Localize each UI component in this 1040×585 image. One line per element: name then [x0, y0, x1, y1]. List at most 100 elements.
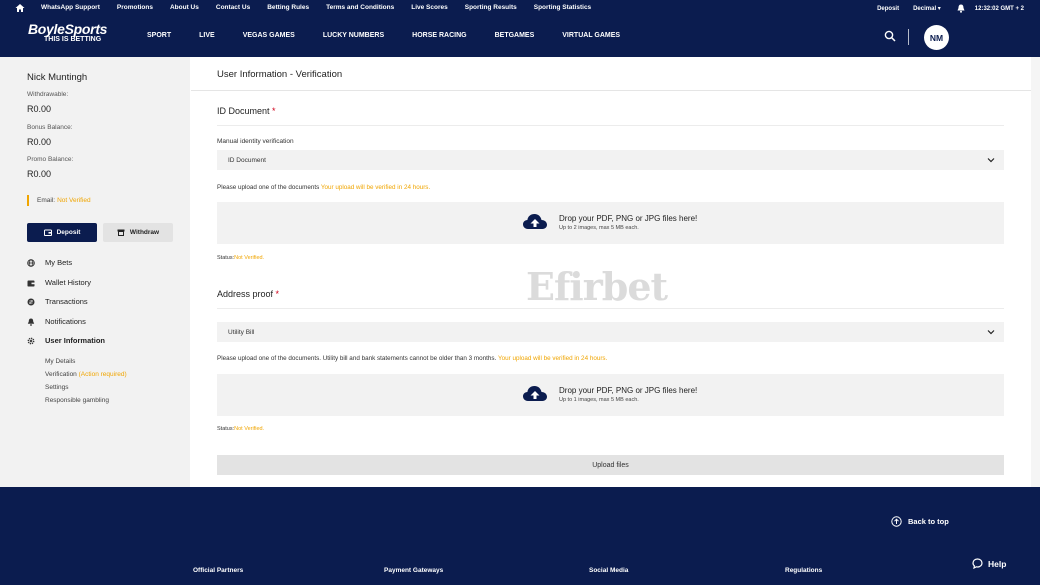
help-button[interactable]: Help: [972, 558, 1006, 569]
upload-files-button[interactable]: Upload files: [217, 455, 1004, 475]
bell-icon: [27, 318, 35, 326]
deposit-button-label: Deposit: [56, 229, 81, 236]
submenu-settings[interactable]: Settings: [45, 384, 69, 391]
address-status: Status:Not Verified.: [217, 426, 264, 432]
top-link-contact[interactable]: Contact Us: [216, 4, 250, 11]
clock-time: 12:32:02 GMT + 2: [974, 5, 1024, 12]
id-status-label: Status:: [217, 255, 235, 261]
nav-items: SPORT LIVE VEGAS GAMES LUCKY NUMBERS HOR…: [147, 32, 648, 39]
chevron-down-icon: ▾: [937, 6, 941, 12]
id-document-dropzone[interactable]: Drop your PDF, PNG or JPG files here! Up…: [217, 202, 1004, 244]
top-link-promotions[interactable]: Promotions: [117, 4, 153, 11]
bonus-balance-label: Bonus Balance:: [27, 124, 73, 131]
cloud-upload-icon: [523, 214, 547, 229]
top-link-terms[interactable]: Terms and Conditions: [326, 4, 394, 11]
cash-icon: [117, 229, 125, 236]
id-document-heading: ID Document *: [217, 106, 276, 116]
top-deposit-link[interactable]: Deposit: [877, 6, 899, 12]
efirbet-watermark: Efirbet: [526, 264, 668, 309]
promo-balance-value: R0.00: [27, 169, 52, 179]
withdraw-button-label: Withdraw: [129, 229, 160, 236]
address-status-label: Status:: [217, 426, 235, 432]
deposit-button[interactable]: Deposit: [27, 223, 97, 242]
required-marker: *: [275, 289, 280, 299]
back-to-top-button[interactable]: Back to top: [891, 516, 949, 527]
nav-divider: [908, 29, 909, 45]
id-document-select-value: ID Document: [228, 156, 266, 164]
back-to-top-label: Back to top: [908, 517, 949, 526]
submenu-verification[interactable]: Verification (Action required): [45, 371, 127, 378]
chevron-down-icon: [987, 330, 995, 335]
sidebar-item-label: Wallet History: [45, 278, 91, 287]
id-document-select[interactable]: ID Document: [217, 150, 1004, 170]
address-proof-select-value: Utility Bill: [228, 328, 255, 336]
submenu-responsible-gambling[interactable]: Responsible gambling: [45, 397, 109, 404]
sidebar-item-label: Notifications: [45, 317, 86, 326]
nav-sport[interactable]: SPORT: [147, 32, 171, 39]
sidebar-item-user-information[interactable]: User Information: [27, 336, 105, 345]
address-proof-select[interactable]: Utility Bill: [217, 322, 1004, 342]
boylesports-logo[interactable]: BoyleSports THIS IS BETTING: [28, 21, 107, 43]
wallet-icon: [43, 229, 52, 236]
sidebar-item-my-bets[interactable]: My Bets: [27, 258, 72, 267]
top-utility-bar: WhatsApp Support Promotions About Us Con…: [0, 0, 1040, 16]
manual-verification-label: Manual identity verification: [217, 138, 294, 145]
action-required-badge: (Action required): [78, 371, 127, 378]
sidebar-item-label: User Information: [45, 336, 106, 345]
avatar[interactable]: NM: [924, 25, 949, 50]
sidebar-item-label: My Bets: [45, 258, 73, 267]
top-right-controls: Deposit Decimal ▾ 12:32:02 GMT + 2: [877, 4, 1024, 13]
top-link-about[interactable]: About Us: [170, 4, 199, 11]
search-icon[interactable]: [884, 30, 896, 42]
logo-wordmark: BoyleSports: [28, 21, 108, 37]
footer-regulations: Regulations: [785, 567, 823, 574]
address-proof-dropzone[interactable]: Drop your PDF, PNG or JPG files here! Up…: [217, 374, 1004, 416]
chevron-down-icon: [987, 158, 995, 163]
transactions-icon: [27, 298, 35, 305]
address-dropzone-subtitle: Up to 1 images, max 5 MB each.: [559, 397, 639, 403]
user-name: Nick Muntingh: [27, 72, 88, 83]
top-link-betting-rules[interactable]: Betting Rules: [267, 4, 309, 11]
withdrawable-label: Withdrawable:: [27, 91, 69, 98]
nav-vegas-games[interactable]: VEGAS GAMES: [243, 32, 295, 39]
nav-horse-racing[interactable]: HORSE RACING: [412, 32, 466, 39]
address-dropzone-title: Drop your PDF, PNG or JPG files here!: [559, 386, 698, 395]
id-upload-note: Please upload one of the documents Your …: [217, 184, 430, 191]
withdraw-button[interactable]: Withdraw: [103, 223, 173, 242]
page-scrollbar[interactable]: [1031, 57, 1040, 487]
sidebar-item-transactions[interactable]: Transactions: [27, 297, 88, 306]
sidebar-item-notifications[interactable]: Notifications: [27, 317, 86, 326]
odds-format-dropdown[interactable]: Decimal ▾: [913, 5, 941, 12]
address-proof-title: Address proof: [217, 289, 274, 299]
promo-balance-label: Promo Balance:: [27, 156, 74, 163]
globe-icon: [27, 258, 35, 267]
id-status-value: Not Verified.: [234, 255, 265, 261]
id-document-title: ID Document: [217, 106, 270, 116]
required-marker: *: [272, 106, 276, 116]
address-status-value: Not Verified.: [234, 426, 265, 432]
top-link-sporting-results[interactable]: Sporting Results: [465, 4, 517, 11]
submenu-verification-label: Verification: [45, 371, 77, 378]
odds-format-label: Decimal: [913, 6, 937, 12]
sidebar-item-wallet-history[interactable]: Wallet History: [27, 278, 91, 287]
home-icon[interactable]: [15, 3, 25, 13]
id-dropzone-subtitle: Up to 2 images, max 5 MB each.: [559, 225, 639, 231]
top-link-whatsapp[interactable]: WhatsApp Support: [41, 4, 100, 11]
cloud-upload-icon: [523, 386, 547, 401]
nav-virtual-games[interactable]: VIRTUAL GAMES: [562, 32, 620, 39]
nav-lucky-numbers[interactable]: LUCKY NUMBERS: [323, 32, 384, 39]
address-upload-note-highlight: Your upload will be verified in 24 hours…: [497, 355, 608, 362]
top-link-sporting-stats[interactable]: Sporting Statistics: [534, 4, 591, 11]
footer-social-media: Social Media: [589, 567, 629, 574]
address-upload-note: Please upload one of the documents. Util…: [217, 355, 607, 362]
chat-bubble-icon: [972, 558, 983, 569]
wallet-icon: [27, 280, 35, 286]
id-upload-note-text: Please upload one of the documents: [217, 184, 320, 191]
bell-icon[interactable]: [957, 4, 965, 13]
submenu-my-details[interactable]: My Details: [45, 358, 75, 365]
nav-betgames[interactable]: BETGAMES: [495, 32, 535, 39]
address-upload-note-text: Please upload one of the documents. Util…: [217, 355, 497, 362]
top-link-live-scores[interactable]: Live Scores: [411, 4, 448, 11]
arrow-up-circle-icon: [891, 516, 902, 527]
nav-live[interactable]: LIVE: [199, 32, 215, 39]
